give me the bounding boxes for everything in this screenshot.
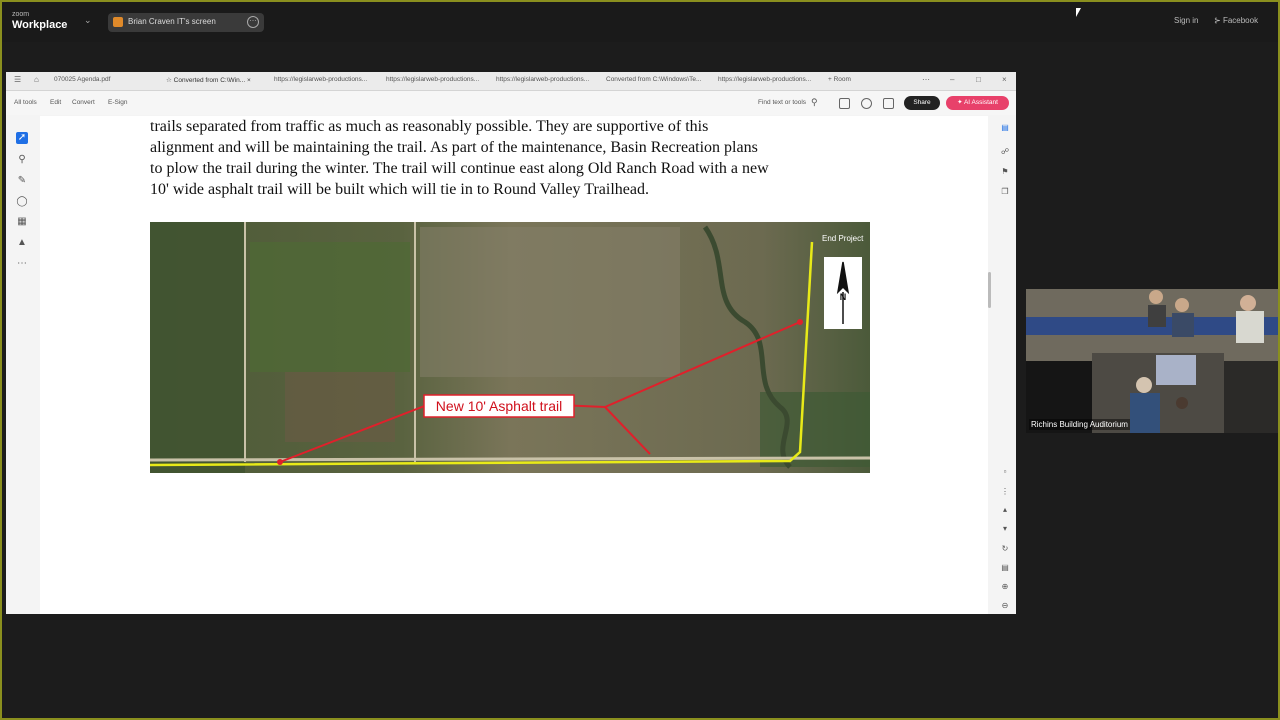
zoom-tool-icon[interactable]: ⚲ bbox=[16, 154, 28, 166]
page-number-icon[interactable]: ▫ bbox=[999, 466, 1011, 478]
video-feed-image bbox=[1026, 289, 1278, 433]
all-tools-button[interactable]: All tools bbox=[14, 99, 37, 106]
ai-assistant-label: AI Assistant bbox=[963, 99, 998, 106]
mouse-cursor-icon bbox=[110, 536, 115, 544]
bookmark-icon[interactable]: ⚑ bbox=[999, 166, 1011, 178]
vertical-scrollbar[interactable] bbox=[988, 272, 991, 308]
video-screen bbox=[1156, 355, 1196, 385]
minimize-icon[interactable]: – bbox=[950, 75, 954, 84]
maximize-icon[interactable]: □ bbox=[976, 75, 981, 84]
tab-converted-active[interactable]: ☆ Converted from C:\Win... × bbox=[166, 76, 251, 84]
refresh-icon[interactable]: ↻ bbox=[999, 543, 1011, 555]
search-icon[interactable]: ⚲ bbox=[811, 97, 818, 108]
screen-share-indicator[interactable]: Brian Craven IT's screen ⋯ bbox=[108, 13, 264, 32]
tab-legislar-3[interactable]: https://legislarweb-productions... bbox=[496, 76, 589, 83]
map-field bbox=[250, 242, 410, 372]
map-field bbox=[150, 222, 245, 473]
map-field bbox=[420, 227, 680, 377]
stamp-tool-icon[interactable]: ▲ bbox=[16, 237, 28, 249]
find-text-input[interactable]: Find text or tools bbox=[758, 99, 806, 106]
shared-screen: ☰ ⌂ 070025 Agenda.pdf ☆ Converted from C… bbox=[6, 72, 1016, 614]
north-label: N bbox=[840, 292, 847, 302]
mouse-cursor-icon bbox=[1076, 8, 1081, 17]
share-button[interactable]: Share bbox=[904, 96, 940, 110]
zoom-logo: zoom Workplace bbox=[12, 10, 68, 31]
ai-assistant-button[interactable]: ✦ AI Assistant bbox=[946, 96, 1009, 110]
zoom-out-icon[interactable]: ⊖ bbox=[999, 600, 1011, 612]
share-screen-icon bbox=[113, 17, 123, 27]
share-label: Brian Craven IT's screen bbox=[128, 17, 216, 26]
document-line: alignment and will be maintaining the tr… bbox=[150, 139, 758, 156]
aerial-map-image: New 10' Asphalt trail End Project N bbox=[150, 222, 870, 473]
end-project-label: End Project bbox=[822, 234, 864, 243]
tab-legislar-4[interactable]: https://legislarweb-productions... bbox=[718, 76, 811, 83]
map-label: New 10' Asphalt trail bbox=[436, 398, 562, 414]
link-icon[interactable]: ☍ bbox=[999, 146, 1011, 158]
tab-legislar-1[interactable]: https://legislarweb-productions... bbox=[274, 76, 367, 83]
text-tool-icon[interactable]: ▦ bbox=[16, 216, 28, 228]
sign-in-link[interactable]: Sign in bbox=[1174, 16, 1198, 25]
pen-tool-icon[interactable]: ✎ bbox=[16, 175, 28, 187]
esign-button[interactable]: E-Sign bbox=[108, 99, 128, 106]
facebook-label: Facebook bbox=[1222, 16, 1259, 25]
trail-start-marker bbox=[277, 459, 283, 465]
left-tool-rail: ➚ ⚲ ✎ ◯ ▦ ▲ ⋯ bbox=[6, 116, 38, 614]
print-icon[interactable] bbox=[883, 98, 894, 109]
document-line: to plow the trail during the winter. The… bbox=[150, 160, 769, 177]
person bbox=[1149, 290, 1163, 304]
right-tool-rail: ▤ ☍ ⚑ ❐ ▫ ⋮ ▴ ▾ ↻ ▤ ⊕ ⊖ bbox=[994, 116, 1016, 614]
pdf-page: trails separated from traffic as much as… bbox=[40, 116, 988, 614]
tab-agenda[interactable]: 070025 Agenda.pdf bbox=[54, 76, 110, 83]
document-line: trails separated from traffic as much as… bbox=[150, 118, 709, 135]
menu-icon[interactable]: ☰ bbox=[14, 75, 21, 84]
person bbox=[1136, 377, 1152, 393]
chevron-down-icon[interactable]: ▾ bbox=[999, 523, 1011, 535]
new-tab-button[interactable]: + Room bbox=[828, 76, 851, 83]
zoom-logo-bottom: Workplace bbox=[12, 19, 68, 31]
map-field bbox=[285, 372, 395, 442]
copy-icon[interactable]: ❐ bbox=[999, 186, 1011, 198]
person bbox=[1240, 295, 1256, 311]
participant-video[interactable]: Richins Building Auditorium bbox=[1026, 289, 1278, 433]
map-road bbox=[150, 456, 870, 462]
facebook-link[interactable]: ⊱ Facebook bbox=[1214, 16, 1258, 25]
document-line: 10' wide asphalt trail will be built whi… bbox=[150, 181, 649, 198]
edit-button[interactable]: Edit bbox=[50, 99, 61, 106]
zoom-top-bar: zoom Workplace ⌄ Brian Craven IT's scree… bbox=[2, 2, 1278, 42]
lasso-tool-icon[interactable]: ◯ bbox=[16, 196, 28, 208]
upload-icon[interactable] bbox=[861, 98, 872, 109]
chevron-up-icon[interactable]: ▴ bbox=[999, 504, 1011, 516]
more-icon[interactable]: ⋯ bbox=[247, 16, 259, 28]
person bbox=[1172, 313, 1194, 337]
browser-tab-bar: ☰ ⌂ 070025 Agenda.pdf ☆ Converted from C… bbox=[6, 72, 1016, 91]
tab-converted-2[interactable]: Converted from C:\Windows\Te... bbox=[606, 76, 701, 83]
person bbox=[1175, 298, 1189, 312]
select-tool-icon[interactable]: ➚ bbox=[16, 132, 28, 144]
tab-legislar-2[interactable]: https://legislarweb-productions... bbox=[386, 76, 479, 83]
person bbox=[1148, 305, 1166, 327]
more-options-icon[interactable]: ⋯ bbox=[922, 75, 930, 84]
zoom-in-icon[interactable]: ⊕ bbox=[999, 581, 1011, 593]
document-paragraph: trails separated from traffic as much as… bbox=[150, 116, 890, 200]
participant-name: Richins Building Auditorium bbox=[1029, 419, 1130, 430]
home-icon[interactable]: ⌂ bbox=[34, 75, 39, 84]
person bbox=[1130, 393, 1160, 433]
tab-label: Converted from C:\Win... bbox=[173, 77, 246, 84]
comment-icon[interactable]: ▤ bbox=[999, 122, 1011, 134]
pdf-toolbar: All tools Edit Convert E-Sign Find text … bbox=[6, 91, 1016, 115]
close-icon[interactable]: × bbox=[1002, 75, 1007, 84]
more-tools-icon[interactable]: ⋯ bbox=[16, 258, 28, 270]
person bbox=[1176, 397, 1188, 409]
page-total-icon: ⋮ bbox=[1001, 487, 1009, 496]
save-icon[interactable] bbox=[839, 98, 850, 109]
trail-end-marker bbox=[797, 319, 803, 325]
zoom-window: zoom Workplace ⌄ Brian Craven IT's scree… bbox=[0, 0, 1280, 720]
convert-button[interactable]: Convert bbox=[72, 99, 95, 106]
fit-page-icon[interactable]: ▤ bbox=[999, 562, 1011, 574]
chevron-down-icon[interactable]: ⌄ bbox=[84, 15, 92, 26]
person bbox=[1236, 311, 1264, 343]
